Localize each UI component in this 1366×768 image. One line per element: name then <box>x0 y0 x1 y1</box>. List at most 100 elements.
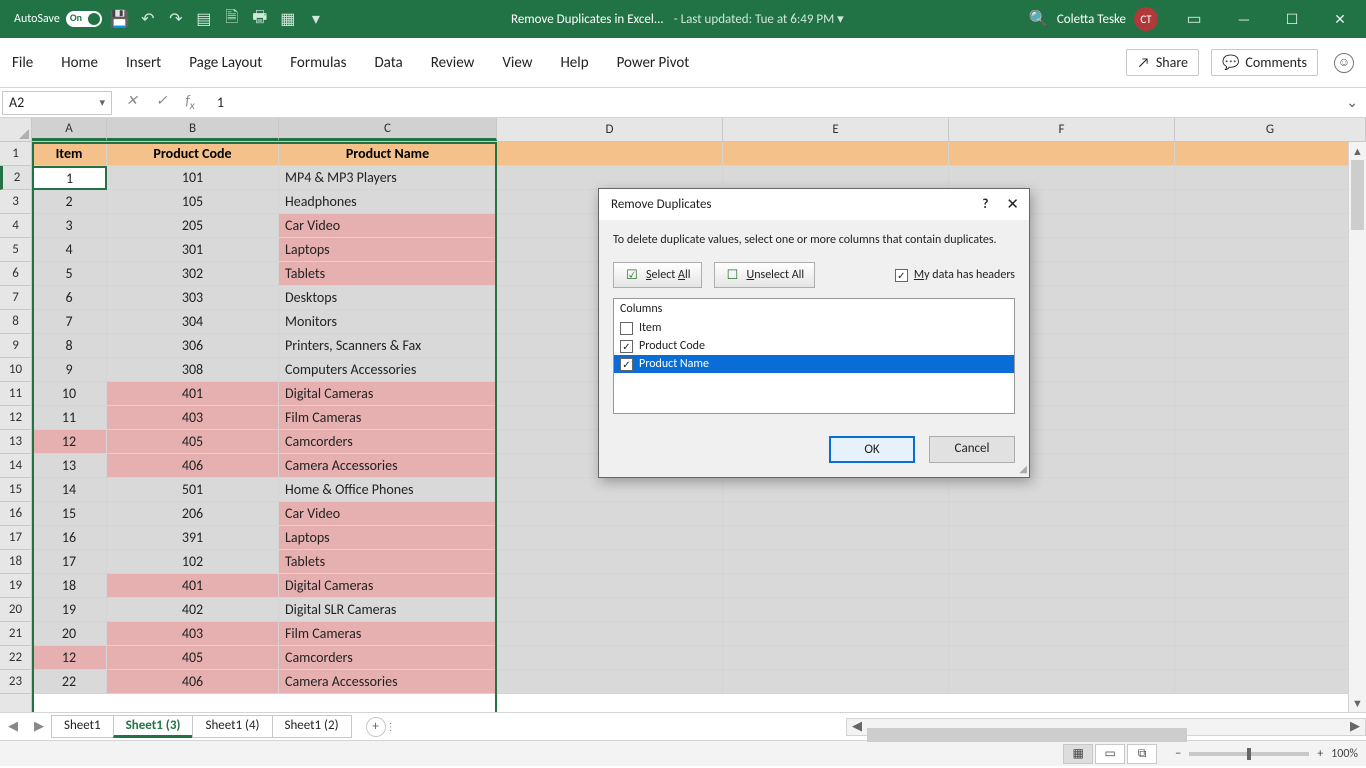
header-cell[interactable]: Product Name <box>279 142 497 166</box>
cell[interactable] <box>497 478 723 502</box>
cell[interactable]: 20 <box>32 622 107 646</box>
cell[interactable]: 15 <box>32 502 107 526</box>
cell[interactable] <box>1175 478 1366 502</box>
cell[interactable]: 2 <box>32 190 107 214</box>
cell[interactable] <box>949 166 1175 190</box>
cell[interactable]: 102 <box>107 550 279 574</box>
cell[interactable]: Digital Cameras <box>279 574 497 598</box>
cell[interactable] <box>1175 454 1366 478</box>
page-layout-view-icon[interactable]: ▭ <box>1095 744 1125 764</box>
dialog-title-bar[interactable]: Remove Duplicates ? ✕ <box>599 189 1029 220</box>
cell[interactable] <box>949 478 1175 502</box>
ok-button[interactable]: OK <box>829 436 915 463</box>
cell[interactable] <box>723 502 949 526</box>
cell[interactable] <box>497 622 723 646</box>
cell[interactable]: Tablets <box>279 550 497 574</box>
cell[interactable] <box>1175 406 1366 430</box>
column-checkbox-item[interactable]: Product Name <box>614 355 1014 373</box>
dialog-close-icon[interactable]: ✕ <box>1006 195 1019 214</box>
tab-page-layout[interactable]: Page Layout <box>189 54 262 72</box>
cell[interactable]: 401 <box>107 382 279 406</box>
zoom-value[interactable]: 100% <box>1331 747 1358 761</box>
vertical-scrollbar[interactable]: ▲ ▼ <box>1348 142 1366 712</box>
formula-expand-icon[interactable]: ⌄ <box>1346 94 1366 111</box>
col-header-a[interactable]: A <box>32 118 107 141</box>
cell[interactable] <box>1175 358 1366 382</box>
cell[interactable] <box>949 622 1175 646</box>
cell[interactable] <box>723 598 949 622</box>
close-icon[interactable]: ✕ <box>1328 11 1352 28</box>
cell[interactable]: Home & Office Phones <box>279 478 497 502</box>
cell[interactable]: Digital SLR Cameras <box>279 598 497 622</box>
cell[interactable]: 10 <box>32 382 107 406</box>
row-header[interactable]: 2 <box>0 166 31 190</box>
cell[interactable] <box>1175 166 1366 190</box>
row-header[interactable]: 10 <box>0 358 31 382</box>
cell[interactable]: 206 <box>107 502 279 526</box>
cell[interactable] <box>723 646 949 670</box>
cell[interactable]: 19 <box>32 598 107 622</box>
cell[interactable]: Camcorders <box>279 430 497 454</box>
cell[interactable] <box>949 646 1175 670</box>
normal-view-icon[interactable]: ▦ <box>1063 744 1093 764</box>
col-header-c[interactable]: C <box>279 118 497 141</box>
cell[interactable] <box>1175 430 1366 454</box>
zoom-in-icon[interactable]: + <box>1317 747 1323 761</box>
zoom-out-icon[interactable]: − <box>1175 747 1181 761</box>
resize-grip-icon[interactable]: ◢ <box>1019 462 1027 475</box>
tab-review[interactable]: Review <box>431 54 475 72</box>
cell[interactable]: 303 <box>107 286 279 310</box>
cell[interactable] <box>1175 526 1366 550</box>
cell[interactable]: Desktops <box>279 286 497 310</box>
cell[interactable]: 301 <box>107 238 279 262</box>
row-header[interactable]: 4 <box>0 214 31 238</box>
cell[interactable] <box>497 574 723 598</box>
row-header[interactable]: 19 <box>0 574 31 598</box>
cell[interactable] <box>497 502 723 526</box>
cell[interactable]: MP4 & MP3 Players <box>279 166 497 190</box>
cell[interactable] <box>949 598 1175 622</box>
cell[interactable]: Camcorders <box>279 646 497 670</box>
cell[interactable] <box>723 166 949 190</box>
last-updated[interactable]: - Last updated: Tue at 6:49 PM ▾ <box>674 12 844 27</box>
scroll-left-icon[interactable]: ◀ <box>847 719 867 734</box>
cell[interactable]: 22 <box>32 670 107 694</box>
tab-split-handle[interactable]: ⋮ <box>386 720 396 733</box>
cell[interactable] <box>949 526 1175 550</box>
cell[interactable] <box>1175 334 1366 358</box>
col-header-g[interactable]: G <box>1175 118 1366 141</box>
row-header[interactable]: 16 <box>0 502 31 526</box>
user-badge[interactable]: Coletta Teske CT <box>1057 7 1158 31</box>
enter-icon[interactable]: ✓ <box>156 92 168 113</box>
select-all-icon[interactable] <box>0 118 31 142</box>
cell[interactable] <box>723 478 949 502</box>
row-header[interactable]: 3 <box>0 190 31 214</box>
tab-power-pivot[interactable]: Power Pivot <box>617 54 690 72</box>
tab-data[interactable]: Data <box>374 54 402 72</box>
fx-icon[interactable]: fx <box>185 92 194 113</box>
cancel-button[interactable]: Cancel <box>929 436 1015 463</box>
cell[interactable]: 401 <box>107 574 279 598</box>
cell[interactable] <box>949 670 1175 694</box>
ribbon-mode-icon[interactable]: ▭ <box>1184 9 1204 29</box>
toggle-switch[interactable]: On <box>66 11 102 27</box>
add-sheet-button[interactable]: + <box>366 717 386 737</box>
chevron-down-icon[interactable]: ▾ <box>99 96 105 109</box>
cell[interactable] <box>1175 190 1366 214</box>
row-header[interactable]: 12 <box>0 406 31 430</box>
cell[interactable]: 3 <box>32 214 107 238</box>
cell[interactable] <box>1175 262 1366 286</box>
col-header-b[interactable]: B <box>107 118 279 141</box>
cell[interactable]: 12 <box>32 646 107 670</box>
col-header-d[interactable]: D <box>497 118 723 141</box>
row-header[interactable]: 18 <box>0 550 31 574</box>
col-header-e[interactable]: E <box>723 118 949 141</box>
cell[interactable] <box>1175 310 1366 334</box>
sheet-tab[interactable]: Sheet1 (4) <box>192 715 272 738</box>
cell[interactable]: 13 <box>32 454 107 478</box>
cell[interactable] <box>1175 574 1366 598</box>
tab-home[interactable]: Home <box>61 54 98 72</box>
row-header[interactable]: 9 <box>0 334 31 358</box>
cell[interactable]: Laptops <box>279 238 497 262</box>
qat-dropdown-icon[interactable]: ▾ <box>306 9 326 29</box>
